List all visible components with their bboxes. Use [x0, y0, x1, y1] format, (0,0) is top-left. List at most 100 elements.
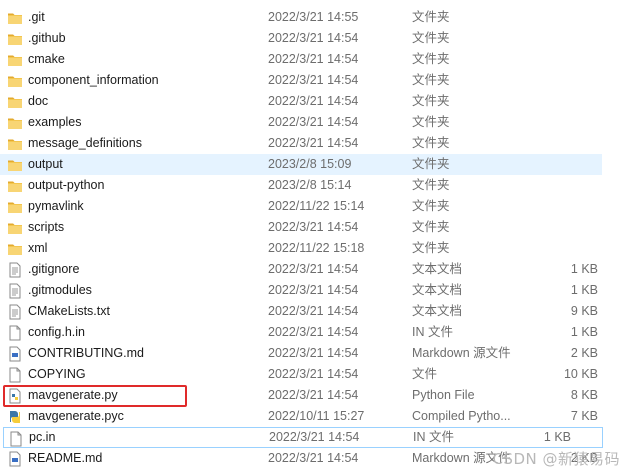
file-date: 2022/3/21 14:54: [268, 346, 359, 360]
folder-icon: [7, 178, 23, 194]
file-size: 1 KB: [570, 262, 598, 276]
file-type: 文件夹: [412, 220, 450, 234]
file-type: 文本文档: [412, 283, 463, 297]
text-file-icon: [7, 304, 23, 320]
file-row[interactable]: xml 2022/11/22 15:18 文件夹: [0, 238, 630, 259]
file-type: 文件夹: [412, 199, 450, 213]
file-date: 2022/3/21 14:54: [268, 136, 359, 150]
file-row[interactable]: .gitmodules 2022/3/21 14:54 文本文档 1 KB: [0, 280, 630, 301]
folder-icon: [7, 115, 23, 131]
file-size: 1 KB: [543, 430, 571, 444]
file-type: 文件夹: [412, 52, 450, 66]
file-name: README.md: [28, 451, 103, 465]
file-type: Python File: [412, 388, 475, 402]
folder-icon: [7, 136, 23, 152]
file-type: 文件夹: [412, 31, 450, 45]
file-date: 2022/3/21 14:54: [268, 367, 359, 381]
file-row[interactable]: .git 2022/3/21 14:55 文件夹: [0, 7, 630, 28]
file-name: scripts: [28, 220, 65, 234]
file-size: 1 KB: [570, 325, 598, 339]
file-row[interactable]: pc.in 2022/3/21 14:54 IN 文件 1 KB: [3, 427, 603, 448]
file-date: 2022/11/22 15:18: [268, 241, 365, 255]
file-row[interactable]: config.h.in 2022/3/21 14:54 IN 文件 1 KB: [0, 322, 630, 343]
file-type: 文件夹: [412, 136, 450, 150]
file-name: message_definitions: [28, 136, 142, 150]
file-size: 7 KB: [570, 409, 598, 423]
file-date: 2022/3/21 14:54: [268, 283, 359, 297]
file-date: 2022/10/11 15:27: [268, 409, 365, 423]
file-date: 2022/3/21 14:54: [268, 304, 359, 318]
file-row[interactable]: scripts 2022/3/21 14:54 文件夹: [0, 217, 630, 238]
file-row[interactable]: .gitignore 2022/3/21 14:54 文本文档 1 KB: [0, 259, 630, 280]
blank-file-icon: [7, 325, 23, 341]
file-size: 1 KB: [570, 283, 598, 297]
file-type: 文件夹: [412, 115, 450, 129]
file-row[interactable]: mavgenerate.pyc 2022/10/11 15:27 Compiled …: [0, 406, 630, 427]
folder-icon: [7, 199, 23, 215]
file-row[interactable]: cmake 2022/3/21 14:54 文件夹: [0, 49, 630, 70]
text-file-icon: [7, 283, 23, 299]
file-date: 2022/3/21 14:54: [268, 115, 359, 129]
file-date: 2022/3/21 14:54: [268, 94, 359, 108]
file-type: 文件夹: [412, 157, 450, 171]
python-compiled-icon: [7, 409, 23, 425]
file-size: 9 KB: [570, 304, 598, 318]
file-name: pc.in: [29, 430, 56, 444]
file-row[interactable]: doc 2022/3/21 14:54 文件夹: [0, 91, 630, 112]
file-row[interactable]: output 2023/2/8 15:09 文件夹: [0, 154, 602, 175]
file-name: mavgenerate.pyc: [28, 409, 124, 423]
file-type: 文本文档: [412, 304, 463, 318]
file-date: 2022/3/21 14:54: [268, 73, 359, 87]
blank-file-icon: [7, 367, 23, 383]
file-date: 2022/3/21 14:54: [268, 220, 359, 234]
file-row[interactable]: CMakeLists.txt 2022/3/21 14:54 文本文档 9 KB: [0, 301, 630, 322]
folder-icon: [7, 52, 23, 68]
file-row[interactable]: examples 2022/3/21 14:54 文件夹: [0, 112, 630, 133]
markdown-file-icon: [7, 346, 23, 362]
file-name: COPYING: [28, 367, 86, 381]
file-name: config.h.in: [28, 325, 85, 339]
file-type: IN 文件: [412, 325, 453, 339]
file-row[interactable]: .github 2022/3/21 14:54 文件夹: [0, 28, 630, 49]
file-type: 文件夹: [412, 73, 450, 87]
file-row[interactable]: pymavlink 2022/11/22 15:14 文件夹: [0, 196, 630, 217]
file-name: CONTRIBUTING.md: [28, 346, 144, 360]
file-name: examples: [28, 115, 82, 129]
file-date: 2022/3/21 14:54: [268, 388, 359, 402]
file-date: 2023/2/8 15:09: [268, 157, 352, 171]
file-name: .github: [28, 31, 66, 45]
file-name: pymavlink: [28, 199, 84, 213]
file-row[interactable]: message_definitions 2022/3/21 14:54 文件夹: [0, 133, 630, 154]
file-date: 2022/3/21 14:54: [268, 325, 359, 339]
folder-icon: [7, 220, 23, 236]
file-type: 文件夹: [412, 94, 450, 108]
folder-icon: [7, 31, 23, 47]
file-date: 2022/11/22 15:14: [268, 199, 365, 213]
file-row[interactable]: component_information 2022/3/21 14:54 文件夹: [0, 70, 630, 91]
folder-icon: [7, 241, 23, 257]
file-name: .gitmodules: [28, 283, 92, 297]
markdown-file-icon: [7, 451, 23, 467]
file-date: 2022/3/21 14:54: [268, 52, 359, 66]
watermark: CSDN @新猿易码: [492, 450, 620, 468]
file-date: 2023/2/8 15:14: [268, 178, 352, 192]
file-row[interactable]: COPYING 2022/3/21 14:54 文件 10 KB: [0, 364, 630, 385]
file-name: CMakeLists.txt: [28, 304, 110, 318]
file-name: output-python: [28, 178, 105, 192]
folder-icon: [7, 73, 23, 89]
file-row[interactable]: CONTRIBUTING.md 2022/3/21 14:54 Markdown 源…: [0, 343, 630, 364]
file-name: component_information: [28, 73, 159, 87]
file-date: 2022/3/21 14:54: [268, 31, 359, 45]
folder-icon: [7, 94, 23, 110]
file-date: 2022/3/21 14:54: [268, 451, 359, 465]
file-date: 2022/3/21 14:54: [269, 430, 360, 444]
folder-icon: [7, 157, 23, 173]
file-size: 2 KB: [570, 346, 598, 360]
file-name: xml: [28, 241, 48, 255]
file-type: Markdown 源文件: [412, 346, 511, 360]
file-date: 2022/3/21 14:54: [268, 262, 359, 276]
file-name: .git: [28, 10, 45, 24]
file-row[interactable]: output-python 2023/2/8 15:14 文件夹: [0, 175, 630, 196]
file-name: .gitignore: [28, 262, 80, 276]
file-name: doc: [28, 94, 49, 108]
